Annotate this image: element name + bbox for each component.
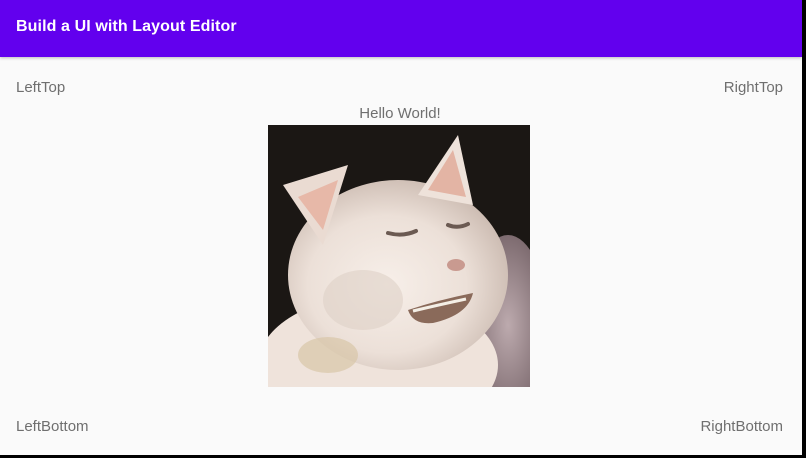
app-bar-title: Build a UI with Layout Editor: [16, 18, 237, 35]
left-bottom-label: LeftBottom: [16, 418, 89, 435]
right-top-label: RightTop: [723, 79, 783, 96]
app-bar: Build a UI with Layout Editor: [0, 0, 802, 57]
cat-image-drawing: [268, 125, 530, 387]
cat-image: [268, 125, 530, 387]
left-top-label: LeftTop: [16, 79, 66, 96]
right-bottom-label: RightBottom: [700, 418, 783, 435]
app-screen: Build a UI with Layout Editor LeftTop Ri…: [0, 0, 802, 455]
hello-world-label: Hello World!: [359, 105, 441, 122]
